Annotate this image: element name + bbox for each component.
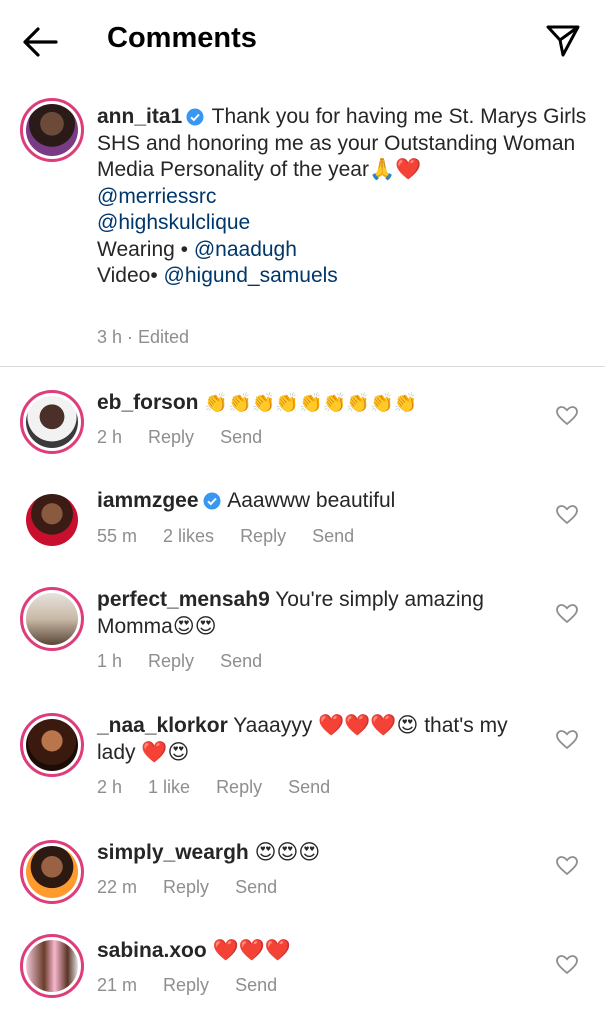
comment-avatar[interactable] xyxy=(20,840,84,904)
share-send-icon[interactable] xyxy=(545,24,581,58)
mention-link[interactable]: @naadugh xyxy=(194,238,297,261)
caption-avatar[interactable] xyxy=(20,98,84,162)
comment-text: eb_forson 👏👏👏👏👏👏👏👏👏 xyxy=(97,390,537,418)
comment-username[interactable]: sabina.xoo xyxy=(97,939,207,962)
send-button[interactable]: Send xyxy=(220,651,262,671)
likes-count[interactable]: 2 likes xyxy=(163,526,214,546)
video-label: Video• xyxy=(97,264,164,287)
comment-meta: 55 m 2 likes Reply Send xyxy=(97,526,380,547)
comment-time: 1 h xyxy=(97,651,123,671)
comment-avatar[interactable] xyxy=(20,488,84,552)
reply-button[interactable]: Reply xyxy=(163,975,209,995)
like-heart-icon[interactable] xyxy=(556,406,578,426)
comment-text: perfect_mensah9 You're simply amazing Mo… xyxy=(97,587,537,640)
back-arrow-icon[interactable] xyxy=(20,24,60,60)
divider xyxy=(0,366,605,367)
comment-avatar[interactable] xyxy=(20,934,84,998)
comment-text: iammzgee Aaawww beautiful xyxy=(97,488,537,515)
comment-body: ❤️❤️❤️ xyxy=(212,939,291,962)
send-button[interactable]: Send xyxy=(288,777,330,797)
wearing-label: Wearing • xyxy=(97,237,194,261)
comment-username[interactable]: iammzgee xyxy=(97,489,199,512)
comment-avatar[interactable] xyxy=(20,390,84,454)
comment-time: 55 m xyxy=(97,526,138,546)
page-title: Comments xyxy=(107,22,257,54)
comment-username[interactable]: eb_forson xyxy=(97,391,199,414)
comment-meta: 2 h Reply Send xyxy=(97,427,288,448)
reply-button[interactable]: Reply xyxy=(148,651,194,671)
like-heart-icon[interactable] xyxy=(556,505,578,525)
comment-body: 😍😍😍 xyxy=(254,841,321,864)
comment-username[interactable]: simply_weargh xyxy=(97,841,249,864)
comment-text: sabina.xoo ❤️❤️❤️ xyxy=(97,938,537,965)
likes-count[interactable]: 1 like xyxy=(148,777,190,797)
like-heart-icon[interactable] xyxy=(556,604,578,624)
comment-meta: 2 h 1 like Reply Send xyxy=(97,777,356,798)
send-button[interactable]: Send xyxy=(312,526,354,546)
send-button[interactable]: Send xyxy=(235,975,277,995)
comment-username[interactable]: _naa_klorkor xyxy=(97,714,228,737)
comment-time: 22 m xyxy=(97,877,138,897)
caption-username[interactable]: ann_ita1 xyxy=(97,105,182,128)
like-heart-icon[interactable] xyxy=(556,955,578,975)
header-bar: Comments xyxy=(0,0,605,82)
reply-button[interactable]: Reply xyxy=(163,877,209,897)
caption-meta: 3 h · Edited xyxy=(97,327,215,348)
caption-text: ann_ita1 Thank you for having me St. Mar… xyxy=(97,104,587,290)
comment-avatar[interactable] xyxy=(20,713,84,777)
comment-username[interactable]: perfect_mensah9 xyxy=(97,588,270,611)
comment-meta: 1 h Reply Send xyxy=(97,651,288,672)
comment-time: 21 m xyxy=(97,975,138,995)
comment-time: 2 h xyxy=(97,777,123,797)
comment-time: 2 h xyxy=(97,427,123,447)
reply-button[interactable]: Reply xyxy=(240,526,286,546)
comment-text: simply_weargh 😍😍😍 xyxy=(97,840,537,867)
comment-meta: 21 m Reply Send xyxy=(97,975,303,996)
comment-body: 👏👏👏👏👏👏👏👏👏 xyxy=(204,393,418,414)
mention-link[interactable]: @highskulclique xyxy=(97,211,250,234)
comment-text: _naa_klorkor Yaaayyy ❤️❤️❤️😍 that's my l… xyxy=(97,713,537,766)
comment-meta: 22 m Reply Send xyxy=(97,877,303,898)
verified-badge-icon xyxy=(203,492,221,510)
like-heart-icon[interactable] xyxy=(556,856,578,876)
send-button[interactable]: Send xyxy=(235,877,277,897)
like-heart-icon[interactable] xyxy=(556,730,578,750)
comment-body: Aaawww beautiful xyxy=(227,489,396,512)
send-button[interactable]: Send xyxy=(220,427,262,447)
reply-button[interactable]: Reply xyxy=(216,777,262,797)
caption-time: 3 h · Edited xyxy=(97,327,190,347)
mention-link[interactable]: @higund_samuels xyxy=(164,264,338,287)
mention-link[interactable]: @merriessrc xyxy=(97,185,216,208)
caption-emoji: 🙏❤️ xyxy=(368,158,422,181)
comment-avatar[interactable] xyxy=(20,587,84,651)
verified-badge-icon xyxy=(186,108,204,126)
reply-button[interactable]: Reply xyxy=(148,427,194,447)
